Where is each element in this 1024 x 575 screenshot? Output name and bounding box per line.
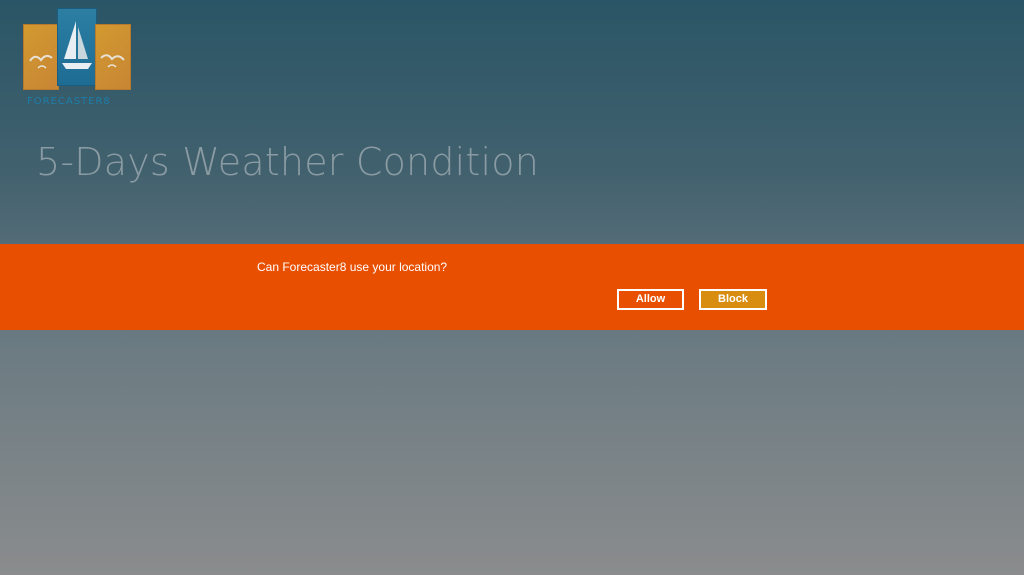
logo-left-panel: [23, 24, 59, 90]
seagull-icon: [100, 54, 125, 68]
seagull-icon: [29, 54, 53, 69]
app-logo: FORECASTER8: [20, 8, 132, 112]
logo-wordmark: FORECASTER8: [27, 96, 111, 107]
allow-button[interactable]: Allow: [617, 289, 684, 310]
block-button[interactable]: Block: [699, 289, 767, 310]
logo-right-panel: [95, 24, 131, 90]
sailboat-icon: [62, 21, 92, 69]
logo-center-panel: [57, 8, 97, 86]
permission-question: Can Forecaster8 use your location?: [257, 260, 448, 274]
page-title: 5-Days Weather Condition: [36, 140, 540, 184]
location-permission-bar: Can Forecaster8 use your location? Allow…: [0, 244, 1024, 330]
